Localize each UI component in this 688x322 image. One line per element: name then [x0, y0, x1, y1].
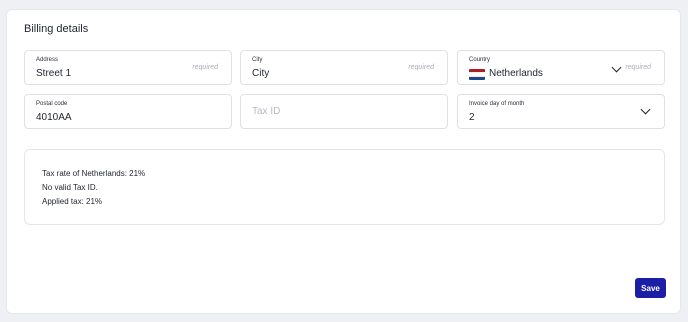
address-label: Address	[36, 57, 59, 63]
chevron-down-icon[interactable]	[640, 104, 651, 115]
postal-code-field[interactable]: Postal code 4010AA	[24, 94, 232, 129]
country-label: Country	[469, 57, 491, 63]
applied-tax-text: Applied tax: 21%	[42, 197, 103, 206]
postal-code-label: Postal code	[36, 101, 68, 107]
netherlands-flag-icon	[469, 69, 485, 80]
tax-id-status-text: No valid Tax ID.	[42, 183, 98, 192]
city-required-hint: required	[408, 64, 434, 71]
save-button[interactable]: Save	[635, 278, 666, 298]
section-title: Billing details	[24, 23, 89, 35]
invoice-day-value: 2	[469, 112, 475, 123]
address-field[interactable]: Address Street 1 required	[24, 50, 232, 85]
city-value[interactable]: City	[252, 68, 269, 79]
country-required-hint: required	[625, 64, 651, 71]
address-required-hint: required	[192, 64, 218, 71]
chevron-down-icon[interactable]	[611, 62, 622, 73]
tax-rate-text: Tax rate of Netherlands: 21%	[42, 169, 146, 178]
invoice-day-select[interactable]: Invoice day of month 2	[457, 94, 665, 129]
tax-id-placeholder: Tax ID	[252, 106, 281, 117]
invoice-day-label: Invoice day of month	[469, 101, 525, 107]
billing-details-card: Billing details Address Street 1 require…	[6, 9, 681, 314]
country-value: Netherlands	[489, 68, 543, 79]
postal-code-value[interactable]: 4010AA	[36, 112, 72, 123]
tax-id-input[interactable]: Tax ID	[240, 94, 448, 129]
country-select[interactable]: Country Netherlands required	[457, 50, 665, 85]
city-label: City	[252, 57, 263, 63]
address-value[interactable]: Street 1	[36, 68, 71, 79]
city-field[interactable]: City City required	[240, 50, 448, 85]
tax-info-box: Tax rate of Netherlands: 21% No valid Ta…	[24, 149, 665, 225]
